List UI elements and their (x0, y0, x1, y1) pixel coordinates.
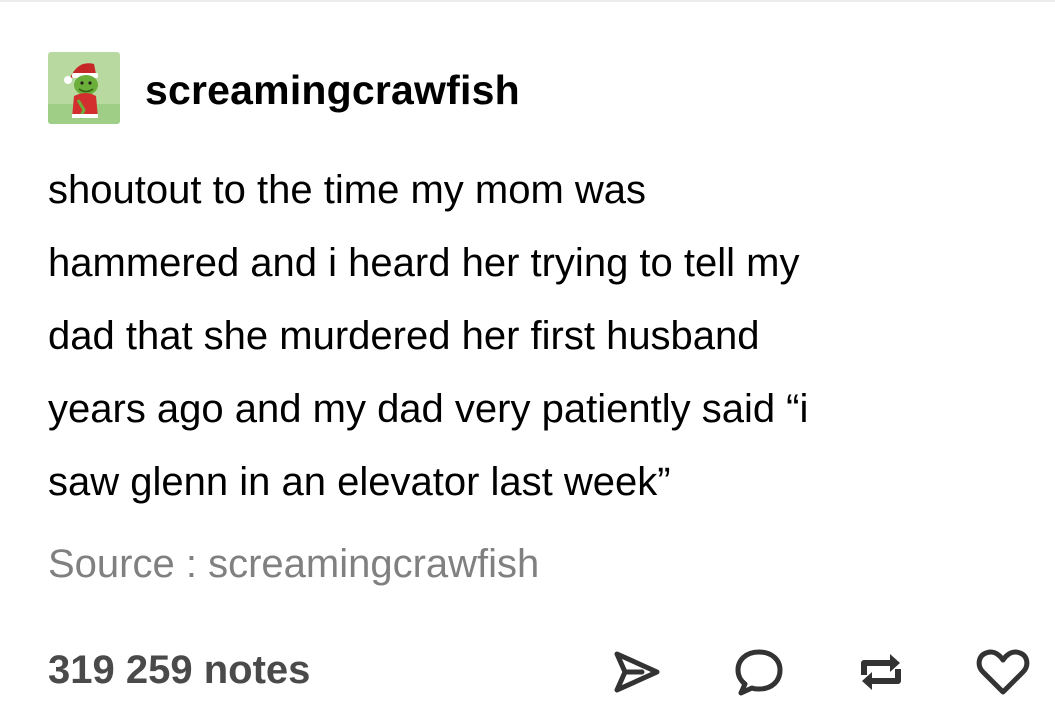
post-actions (607, 640, 1033, 704)
post-text-line: shoutout to the time my mom was (48, 168, 647, 212)
like-icon (976, 649, 1030, 695)
top-divider (0, 0, 1055, 2)
reply-button[interactable] (729, 640, 789, 704)
source-attribution: Source : screamingcrawfish (48, 542, 539, 587)
reblog-icon (861, 654, 901, 690)
share-button[interactable] (607, 640, 667, 704)
reblog-button[interactable] (851, 640, 911, 704)
source-link[interactable]: screamingcrawfish (208, 542, 539, 586)
reply-icon (735, 649, 783, 696)
like-button[interactable] (973, 640, 1033, 704)
author-username[interactable]: screamingcrawfish (145, 67, 520, 114)
source-label: Source : (48, 542, 197, 586)
post-text-line: years ago and my dad very patiently said… (48, 387, 809, 431)
post-text-line: hammered and i heard her trying to tell … (48, 241, 800, 285)
grinch-avatar-icon[interactable] (48, 52, 120, 124)
post-footer: 319 259 notes (48, 640, 1033, 704)
notes-count[interactable]: 319 259 notes (48, 648, 310, 693)
post-text: shoutout to the time my mom was hammered… (48, 154, 1008, 519)
post-text-line: saw glenn in an elevator last week” (48, 460, 671, 504)
post-text-line: dad that she murdered her first husband (48, 314, 760, 358)
post-header: screamingcrawfish (48, 52, 520, 124)
share-icon (614, 651, 660, 693)
